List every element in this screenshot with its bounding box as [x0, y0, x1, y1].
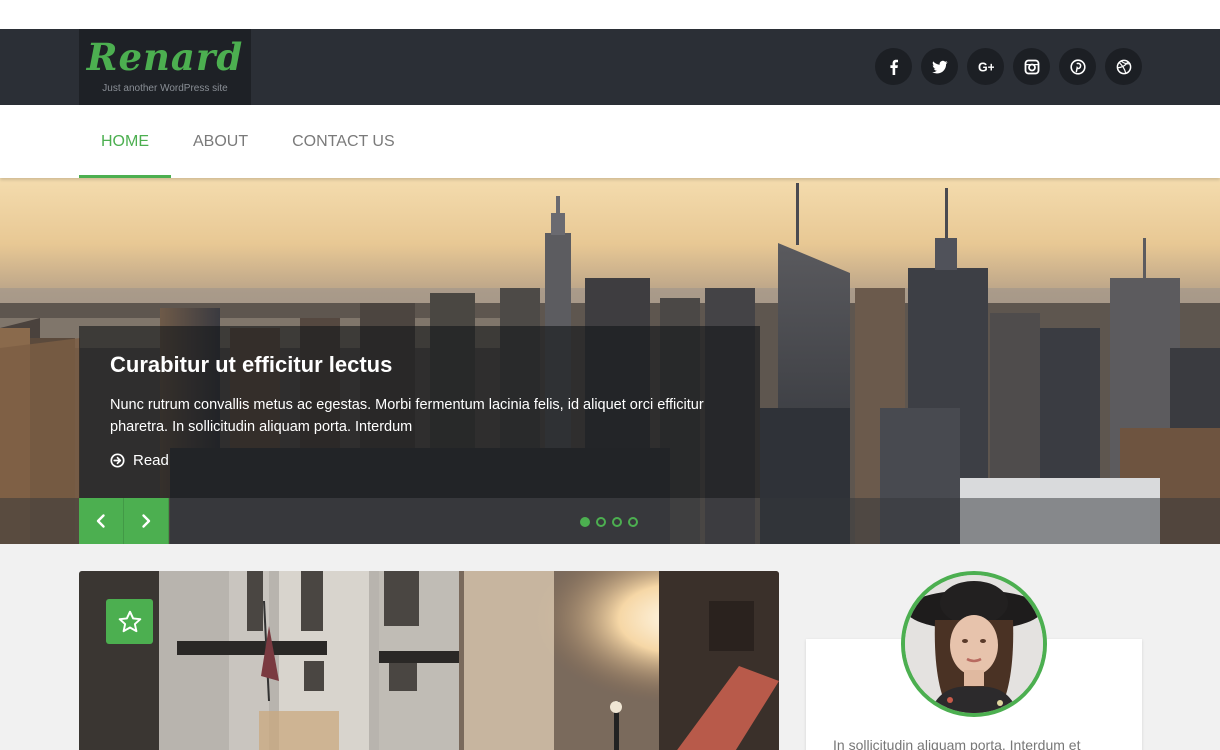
- site-tagline: Just another WordPress site: [102, 83, 228, 94]
- slide-caption: Curabitur ut efficitur lectus Nunc rutru…: [79, 326, 760, 498]
- avatar[interactable]: [901, 571, 1047, 717]
- slider-dot[interactable]: [596, 517, 606, 527]
- read-more-label[interactable]: Read: [133, 452, 169, 469]
- facebook-icon: [889, 59, 898, 75]
- instagram-button[interactable]: [1013, 48, 1050, 85]
- dribbble-icon: [1116, 59, 1131, 74]
- slider-arrows: [79, 498, 169, 544]
- nav-item-about[interactable]: ABOUT: [171, 105, 270, 178]
- slider-dot[interactable]: [612, 517, 622, 527]
- main-navigation: HOME ABOUT CONTACT US: [0, 105, 1220, 178]
- read-more-link[interactable]: Read: [110, 452, 729, 469]
- featured-badge[interactable]: [106, 599, 153, 644]
- slider-prev-button[interactable]: [79, 498, 124, 544]
- svg-text:G+: G+: [978, 60, 994, 74]
- top-gap: [0, 0, 1220, 29]
- slide-title[interactable]: Curabitur ut efficitur lectus: [110, 352, 729, 378]
- instagram-icon: [1024, 59, 1039, 74]
- slide-text: Nunc rutrum convallis metus ac egestas. …: [110, 397, 704, 435]
- chevron-left-icon: [96, 514, 105, 528]
- twitter-button[interactable]: [921, 48, 958, 85]
- logo-text[interactable]: Renard: [79, 29, 251, 81]
- pinterest-icon: [1069, 58, 1086, 75]
- nav-item-home[interactable]: HOME: [79, 105, 171, 178]
- star-icon: [118, 610, 141, 632]
- street-photo: [79, 571, 779, 750]
- slider-dot[interactable]: [628, 517, 638, 527]
- chevron-right-icon: [142, 514, 151, 528]
- dribbble-button[interactable]: [1105, 48, 1142, 85]
- hero-slider: Curabitur ut efficitur lectus Nunc rutru…: [0, 178, 1220, 544]
- slider-next-button[interactable]: [124, 498, 169, 544]
- site-header: Renard Just another WordPress site G+: [0, 29, 1220, 105]
- arrow-circle-right-icon: [110, 453, 125, 468]
- slider-dot[interactable]: [580, 517, 590, 527]
- google-plus-icon: G+: [978, 60, 994, 74]
- site-logo[interactable]: Renard Just another WordPress site: [79, 29, 251, 105]
- profile-photo: [905, 575, 1043, 713]
- featured-post-image[interactable]: [79, 571, 779, 750]
- twitter-icon: [931, 60, 947, 73]
- pinterest-button[interactable]: [1059, 48, 1096, 85]
- content-area: In sollicitudin aliquam porta. Interdum …: [0, 544, 1220, 750]
- nav-item-contact-us[interactable]: CONTACT US: [270, 105, 417, 178]
- social-links: G+: [875, 48, 1142, 85]
- google-plus-button[interactable]: G+: [967, 48, 1004, 85]
- profile-bio: In sollicitudin aliquam porta. Interdum …: [833, 737, 1081, 750]
- slider-dots: [580, 517, 638, 527]
- facebook-button[interactable]: [875, 48, 912, 85]
